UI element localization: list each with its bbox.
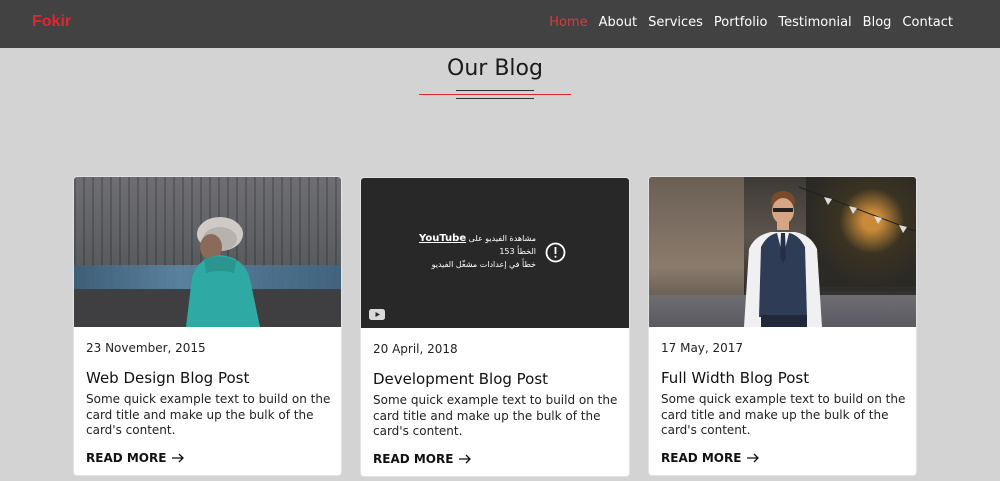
blog-card: 23 November, 2015 Web Design Blog Post S… xyxy=(73,176,342,476)
read-more-link[interactable]: READ MORE xyxy=(373,452,617,466)
video-embed[interactable]: مشاهدة الفيديو على YouTube الخطأ 153 خطأ… xyxy=(361,178,629,328)
brand-logo[interactable]: Fokir xyxy=(32,13,71,31)
video-msg-line1: مشاهدة الفيديو على xyxy=(468,234,536,243)
man-illustration xyxy=(744,186,916,327)
title-divider xyxy=(456,90,534,91)
card-image xyxy=(649,177,916,327)
blog-card: مشاهدة الفيديو على YouTube الخطأ 153 خطأ… xyxy=(360,177,630,477)
card-title[interactable]: Full Width Blog Post xyxy=(661,369,904,387)
card-text: Some quick example text to build on the … xyxy=(373,393,618,438)
video-error-message: مشاهدة الفيديو على YouTube الخطأ 153 خطأ… xyxy=(406,232,536,271)
section-title: Our Blog xyxy=(447,56,543,81)
youtube-logo-icon[interactable] xyxy=(369,309,385,320)
nav-link-portfolio[interactable]: Portfolio xyxy=(714,15,767,30)
card-text: Some quick example text to build on the … xyxy=(86,392,331,437)
nav-links: Home About Services Portfolio Testimonia… xyxy=(549,15,953,30)
card-body: 23 November, 2015 Web Design Blog Post S… xyxy=(74,341,341,465)
arrow-right-icon xyxy=(747,453,760,462)
nav-link-services[interactable]: Services xyxy=(648,15,703,30)
navbar: Fokir Home About Services Portfolio Test… xyxy=(0,0,1000,48)
read-more-link[interactable]: READ MORE xyxy=(86,451,329,465)
read-more-label: READ MORE xyxy=(373,451,454,466)
card-date: 17 May, 2017 xyxy=(661,341,744,355)
card-text: Some quick example text to build on the … xyxy=(661,392,906,437)
nav-link-about[interactable]: About xyxy=(599,15,637,30)
card-body: 17 May, 2017 Full Width Blog Post Some q… xyxy=(649,341,916,465)
video-error-detail: خطأ في إعدادات مشغّل الفيديو xyxy=(431,260,536,269)
nav-link-blog[interactable]: Blog xyxy=(863,15,892,30)
nav-link-testimonial[interactable]: Testimonial xyxy=(778,15,851,30)
nav-link-contact[interactable]: Contact xyxy=(902,15,953,30)
card-title[interactable]: Web Design Blog Post xyxy=(86,369,329,387)
person-illustration xyxy=(186,217,260,327)
card-image xyxy=(74,177,341,327)
alert-circle-icon xyxy=(545,242,566,263)
arrow-right-icon xyxy=(459,454,472,463)
read-more-label: READ MORE xyxy=(86,450,167,465)
nav-link-home[interactable]: Home xyxy=(549,15,587,30)
read-more-label: READ MORE xyxy=(661,450,742,465)
card-date: 23 November, 2015 xyxy=(86,341,206,355)
card-body: 20 April, 2018 Development Blog Post Som… xyxy=(361,342,629,466)
blog-card: 17 May, 2017 Full Width Blog Post Some q… xyxy=(648,176,917,476)
read-more-link[interactable]: READ MORE xyxy=(661,451,904,465)
youtube-link[interactable]: YouTube xyxy=(419,233,466,244)
arrow-right-icon xyxy=(172,453,185,462)
title-divider-accent xyxy=(419,94,571,95)
video-error-code: الخطأ 153 xyxy=(499,247,536,256)
card-title[interactable]: Development Blog Post xyxy=(373,370,617,388)
card-date: 20 April, 2018 xyxy=(373,342,458,356)
title-divider xyxy=(456,98,534,99)
